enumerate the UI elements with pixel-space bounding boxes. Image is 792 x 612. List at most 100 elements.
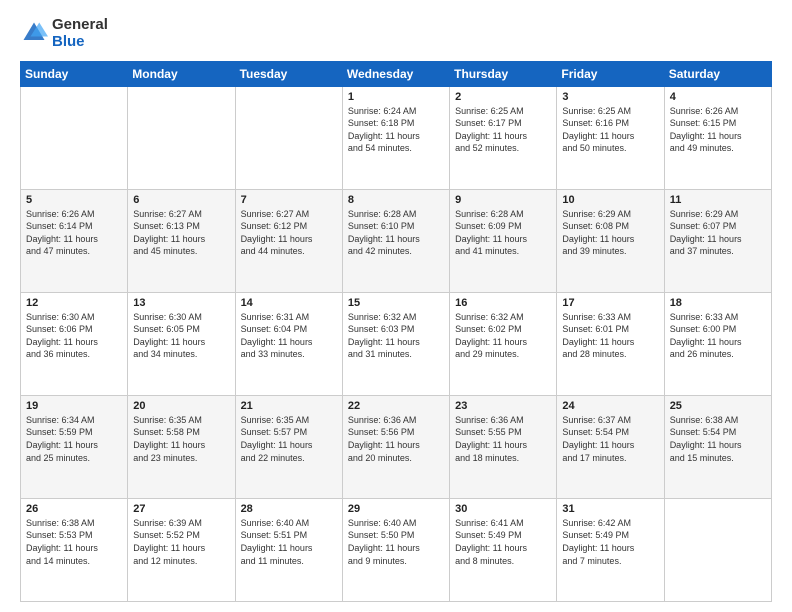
calendar-cell: 5 Sunrise: 6:26 AMSunset: 6:14 PMDaylight… bbox=[21, 189, 128, 292]
cell-text: Sunrise: 6:33 AMSunset: 6:00 PMDaylight:… bbox=[670, 311, 766, 361]
calendar-cell: 16Sunrise: 6:32 AMSunset: 6:02 PMDayligh… bbox=[450, 292, 557, 395]
calendar-cell bbox=[128, 86, 235, 189]
day-number: 8 bbox=[348, 194, 444, 206]
calendar-cell: 19 Sunrise: 6:34 AMSunset: 5:59 PMDayligh… bbox=[21, 395, 128, 498]
calendar-cell: 21 Sunrise: 6:35 AMSunset: 5:57 PMDayligh… bbox=[235, 395, 342, 498]
day-number: 11 bbox=[670, 194, 766, 206]
cell-text: Sunrise: 6:28 AMSunset: 6:09 PMDaylight:… bbox=[455, 208, 551, 258]
calendar-cell: 2 Sunrise: 6:25 AMSunset: 6:17 PMDaylight… bbox=[450, 86, 557, 189]
day-number: 31 bbox=[562, 503, 658, 515]
weekday-header-thursday: Thursday bbox=[450, 61, 557, 86]
cell-text: Sunrise: 6:32 AMSunset: 6:02 PMDaylight:… bbox=[455, 311, 551, 361]
cell-text: Sunrise: 6:41 AMSunset: 5:49 PMDaylight:… bbox=[455, 517, 551, 567]
calendar-cell: 26Sunrise: 6:38 AMSunset: 5:53 PMDayligh… bbox=[21, 498, 128, 601]
day-number: 6 bbox=[133, 194, 229, 206]
cell-text: Sunrise: 6:24 AMSunset: 6:18 PMDaylight:… bbox=[348, 105, 444, 155]
cell-text: Sunrise: 6:26 AMSunset: 6:14 PMDaylight:… bbox=[26, 208, 122, 258]
day-number: 21 bbox=[241, 400, 337, 412]
calendar-cell: 13 Sunrise: 6:30 AMSunset: 6:05 PMDayligh… bbox=[128, 292, 235, 395]
calendar-cell: 14 Sunrise: 6:31 AMSunset: 6:04 PMDayligh… bbox=[235, 292, 342, 395]
day-number: 13 bbox=[133, 297, 229, 309]
calendar-cell bbox=[664, 498, 771, 601]
day-number: 29 bbox=[348, 503, 444, 515]
day-number: 27 bbox=[133, 503, 229, 515]
day-number: 22 bbox=[348, 400, 444, 412]
calendar-cell: 4 Sunrise: 6:26 AMSunset: 6:15 PMDaylight… bbox=[664, 86, 771, 189]
day-number: 17 bbox=[562, 297, 658, 309]
week-row-4: 19 Sunrise: 6:34 AMSunset: 5:59 PMDayligh… bbox=[21, 395, 772, 498]
day-number: 30 bbox=[455, 503, 551, 515]
day-number: 2 bbox=[455, 91, 551, 103]
weekday-header-friday: Friday bbox=[557, 61, 664, 86]
week-row-1: 1 Sunrise: 6:24 AMSunset: 6:18 PMDaylight… bbox=[21, 86, 772, 189]
weekday-header-monday: Monday bbox=[128, 61, 235, 86]
calendar-table: SundayMondayTuesdayWednesdayThursdayFrid… bbox=[20, 61, 772, 603]
page: General Blue SundayMondayTuesdayWednesda… bbox=[0, 0, 792, 612]
calendar-cell: 30 Sunrise: 6:41 AMSunset: 5:49 PMDayligh… bbox=[450, 498, 557, 601]
day-number: 3 bbox=[562, 91, 658, 103]
cell-text: Sunrise: 6:35 AMSunset: 5:57 PMDaylight:… bbox=[241, 414, 337, 464]
calendar-cell: 10Sunrise: 6:29 AMSunset: 6:08 PMDayligh… bbox=[557, 189, 664, 292]
calendar-cell: 3 Sunrise: 6:25 AMSunset: 6:16 PMDaylight… bbox=[557, 86, 664, 189]
calendar-cell: 15Sunrise: 6:32 AMSunset: 6:03 PMDayligh… bbox=[342, 292, 449, 395]
weekday-header-tuesday: Tuesday bbox=[235, 61, 342, 86]
calendar-cell: 17 Sunrise: 6:33 AMSunset: 6:01 PMDayligh… bbox=[557, 292, 664, 395]
cell-text: Sunrise: 6:31 AMSunset: 6:04 PMDaylight:… bbox=[241, 311, 337, 361]
logo-text: General Blue bbox=[52, 16, 108, 51]
cell-text: Sunrise: 6:25 AMSunset: 6:17 PMDaylight:… bbox=[455, 105, 551, 155]
cell-text: Sunrise: 6:30 AMSunset: 6:05 PMDaylight:… bbox=[133, 311, 229, 361]
calendar-cell: 9 Sunrise: 6:28 AMSunset: 6:09 PMDaylight… bbox=[450, 189, 557, 292]
day-number: 20 bbox=[133, 400, 229, 412]
week-row-2: 5 Sunrise: 6:26 AMSunset: 6:14 PMDaylight… bbox=[21, 189, 772, 292]
calendar-cell bbox=[235, 86, 342, 189]
day-number: 7 bbox=[241, 194, 337, 206]
cell-text: Sunrise: 6:42 AMSunset: 5:49 PMDaylight:… bbox=[562, 517, 658, 567]
cell-text: Sunrise: 6:28 AMSunset: 6:10 PMDaylight:… bbox=[348, 208, 444, 258]
header: General Blue bbox=[20, 16, 772, 51]
calendar-cell: 7Sunrise: 6:27 AMSunset: 6:12 PMDaylight… bbox=[235, 189, 342, 292]
calendar-cell: 8 Sunrise: 6:28 AMSunset: 6:10 PMDaylight… bbox=[342, 189, 449, 292]
logo: General Blue bbox=[20, 16, 108, 51]
day-number: 24 bbox=[562, 400, 658, 412]
cell-text: Sunrise: 6:27 AMSunset: 6:13 PMDaylight:… bbox=[133, 208, 229, 258]
cell-text: Sunrise: 6:29 AMSunset: 6:08 PMDaylight:… bbox=[562, 208, 658, 258]
cell-text: Sunrise: 6:36 AMSunset: 5:55 PMDaylight:… bbox=[455, 414, 551, 464]
calendar-cell bbox=[21, 86, 128, 189]
cell-text: Sunrise: 6:25 AMSunset: 6:16 PMDaylight:… bbox=[562, 105, 658, 155]
day-number: 25 bbox=[670, 400, 766, 412]
day-number: 9 bbox=[455, 194, 551, 206]
day-number: 14 bbox=[241, 297, 337, 309]
cell-text: Sunrise: 6:37 AMSunset: 5:54 PMDaylight:… bbox=[562, 414, 658, 464]
cell-text: Sunrise: 6:34 AMSunset: 5:59 PMDaylight:… bbox=[26, 414, 122, 464]
day-number: 26 bbox=[26, 503, 122, 515]
calendar-cell: 20 Sunrise: 6:35 AMSunset: 5:58 PMDayligh… bbox=[128, 395, 235, 498]
calendar-cell: 11 Sunrise: 6:29 AMSunset: 6:07 PMDayligh… bbox=[664, 189, 771, 292]
calendar-cell: 24 Sunrise: 6:37 AMSunset: 5:54 PMDayligh… bbox=[557, 395, 664, 498]
cell-text: Sunrise: 6:29 AMSunset: 6:07 PMDaylight:… bbox=[670, 208, 766, 258]
day-number: 23 bbox=[455, 400, 551, 412]
cell-text: Sunrise: 6:39 AMSunset: 5:52 PMDaylight:… bbox=[133, 517, 229, 567]
week-row-3: 12Sunrise: 6:30 AMSunset: 6:06 PMDayligh… bbox=[21, 292, 772, 395]
day-number: 19 bbox=[26, 400, 122, 412]
day-number: 15 bbox=[348, 297, 444, 309]
day-number: 18 bbox=[670, 297, 766, 309]
logo-general: General bbox=[52, 16, 108, 33]
day-number: 4 bbox=[670, 91, 766, 103]
calendar-cell: 31 Sunrise: 6:42 AMSunset: 5:49 PMDayligh… bbox=[557, 498, 664, 601]
calendar-cell: 12Sunrise: 6:30 AMSunset: 6:06 PMDayligh… bbox=[21, 292, 128, 395]
calendar-cell: 27 Sunrise: 6:39 AMSunset: 5:52 PMDayligh… bbox=[128, 498, 235, 601]
weekday-header-wednesday: Wednesday bbox=[342, 61, 449, 86]
day-number: 28 bbox=[241, 503, 337, 515]
cell-text: Sunrise: 6:33 AMSunset: 6:01 PMDaylight:… bbox=[562, 311, 658, 361]
logo-blue: Blue bbox=[52, 33, 85, 50]
cell-text: Sunrise: 6:35 AMSunset: 5:58 PMDaylight:… bbox=[133, 414, 229, 464]
cell-text: Sunrise: 6:38 AMSunset: 5:54 PMDaylight:… bbox=[670, 414, 766, 464]
day-number: 5 bbox=[26, 194, 122, 206]
calendar-cell: 22Sunrise: 6:36 AMSunset: 5:56 PMDayligh… bbox=[342, 395, 449, 498]
calendar-cell: 25 Sunrise: 6:38 AMSunset: 5:54 PMDayligh… bbox=[664, 395, 771, 498]
logo-icon bbox=[20, 19, 48, 47]
calendar-cell: 23 Sunrise: 6:36 AMSunset: 5:55 PMDayligh… bbox=[450, 395, 557, 498]
cell-text: Sunrise: 6:26 AMSunset: 6:15 PMDaylight:… bbox=[670, 105, 766, 155]
calendar-cell: 6 Sunrise: 6:27 AMSunset: 6:13 PMDaylight… bbox=[128, 189, 235, 292]
day-number: 1 bbox=[348, 91, 444, 103]
